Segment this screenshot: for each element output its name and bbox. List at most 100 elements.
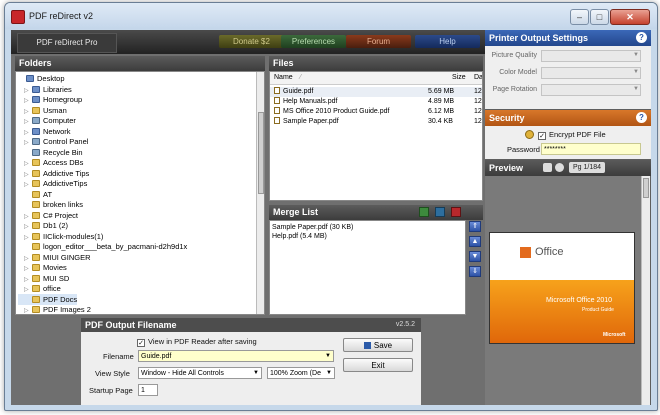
merge-list[interactable]: Sample Paper.pdf (30 KB) Help.pdf (5.4 M… — [269, 220, 466, 315]
file-size: 30.4 KB — [428, 118, 453, 125]
file-list[interactable]: Name ⁄ Size Da Guide.pdf 5.69 MB 12 Help Ma… — [269, 71, 483, 201]
donate-button[interactable]: Donate $2 — [219, 35, 284, 48]
save-label: Save — [373, 341, 393, 350]
move-down-icon[interactable]: ▼ — [469, 251, 481, 262]
encrypt-checkbox[interactable]: ✓ — [538, 132, 546, 140]
page-rotation-select[interactable]: ▼ — [541, 84, 641, 96]
folder-tree-item[interactable]: ▷ Libraries — [18, 84, 72, 95]
preview-scroll-thumb[interactable] — [643, 178, 649, 198]
folder-tree-item[interactable]: ▷ Db1 (2) — [18, 220, 68, 231]
chevron-down-icon: ▼ — [633, 86, 639, 92]
move-up-icon[interactable]: ▲ — [469, 236, 481, 247]
zoom-select[interactable]: 100% Zoom (De ▼ — [267, 367, 335, 379]
preferences-button[interactable]: Preferences — [281, 35, 346, 48]
folder-icon — [32, 211, 40, 219]
folder-tree-scroll-thumb[interactable] — [258, 112, 264, 194]
folder-icon — [32, 295, 40, 303]
merge-remove-icon[interactable] — [451, 207, 461, 217]
preview-scrollbar[interactable] — [641, 176, 650, 405]
security-title: Security — [489, 113, 525, 123]
folder-tree-item[interactable]: ▷ MUI SD — [18, 273, 69, 284]
move-top-icon[interactable]: ⇑ — [469, 221, 481, 232]
minimize-button[interactable]: – — [570, 9, 589, 25]
expand-arrow-icon[interactable]: ▷ — [24, 306, 32, 314]
view-in-reader-checkbox[interactable]: ✓ — [137, 339, 145, 347]
chevron-down-icon[interactable]: ▼ — [326, 368, 332, 378]
column-date[interactable]: Da — [474, 72, 482, 84]
folder-icon — [32, 264, 40, 271]
magnifier-icon[interactable] — [555, 163, 564, 172]
folder-tree-item[interactable]: ▷ AddictiveTips — [18, 178, 87, 189]
file-row[interactable]: Help Manuals.pdf 4.89 MB 12 — [270, 97, 482, 107]
security-header: Security ? — [485, 110, 651, 126]
folder-tree-item[interactable]: Recycle Bin — [18, 147, 83, 158]
view-style-select[interactable]: Window - Hide All Controls ▼ — [138, 367, 262, 379]
filename-label: Filename — [103, 352, 134, 361]
folder-tree-item[interactable]: ▷ MIUI GINGER — [18, 252, 91, 263]
view-style-label: View Style — [95, 369, 130, 378]
password-field[interactable]: ******** — [541, 143, 641, 155]
help-icon[interactable]: ? — [636, 32, 647, 43]
column-name[interactable]: Name — [274, 72, 293, 84]
folder-icon — [32, 159, 40, 166]
folder-icon — [32, 180, 40, 187]
merge-list-title: Merge List — [273, 207, 319, 217]
folder-tree-item-label: C# Project — [43, 210, 79, 220]
chevron-down-icon[interactable]: ▼ — [325, 351, 331, 361]
folder-tree-item[interactable]: ▷ Computer — [18, 115, 76, 126]
folder-tree-item[interactable]: ▷ Control Panel — [18, 136, 88, 147]
window-title: PDF reDirect v2 — [29, 11, 94, 21]
filename-input[interactable]: Guide.pdf ▼ — [138, 350, 334, 362]
folder-tree-item[interactable]: ▷ C# Project — [18, 210, 78, 221]
save-button[interactable]: Save — [343, 338, 413, 352]
folder-tree-item[interactable]: ▷ office — [18, 283, 61, 294]
picture-quality-select[interactable]: ▼ — [541, 50, 641, 62]
exit-button[interactable]: Exit — [343, 358, 413, 372]
forum-button[interactable]: Forum — [346, 35, 411, 48]
folder-tree-item[interactable]: ▷ PDF Images 2 — [18, 304, 91, 314]
file-size: 6.12 MB — [428, 108, 455, 115]
folder-tree-item[interactable]: ▷ Usman — [18, 105, 67, 116]
file-date: 12 — [474, 88, 482, 95]
right-column: Printer Output Settings ? Picture Qualit… — [485, 30, 651, 405]
column-size[interactable]: Size — [452, 72, 466, 84]
folder-tree-item[interactable]: ▷ Movies — [18, 262, 67, 273]
folder-tree-item[interactable]: PDF Docs — [18, 293, 78, 305]
folder-tree-item[interactable]: logon_editor___beta_by_pacmani-d2h9d1x — [18, 241, 187, 252]
folder-tree-item[interactable]: ▷ Network — [18, 126, 71, 137]
color-model-select[interactable]: ▼ — [541, 67, 641, 79]
file-row[interactable]: Sample Paper.pdf 30.4 KB 12 — [270, 117, 482, 127]
preview-header: Preview Pg 1/184 — [485, 160, 651, 176]
help-button[interactable]: Help — [415, 35, 480, 48]
move-bottom-icon[interactable]: ⇓ — [469, 266, 481, 277]
key-icon[interactable] — [543, 163, 552, 172]
pdf-file-icon — [274, 97, 280, 104]
close-button[interactable]: ✕ — [610, 9, 650, 25]
file-row[interactable]: MS Office 2010 Product Guide.pdf 6.12 MB 1… — [270, 107, 482, 117]
merge-add-icon[interactable] — [419, 207, 429, 217]
startup-page-label: Startup Page — [89, 386, 133, 395]
folder-tree-item[interactable]: ▷ Homegroup — [18, 94, 82, 105]
merge-item[interactable]: Help.pdf (5.4 MB) — [270, 232, 465, 242]
folder-icon — [32, 274, 40, 282]
folder-tree-item[interactable]: ▷ Addictive Tips — [18, 168, 89, 179]
help-icon[interactable]: ? — [636, 112, 647, 123]
startup-page-input[interactable]: 1 — [138, 384, 158, 396]
encrypt-option[interactable]: ✓ Encrypt PDF File — [538, 130, 606, 140]
folder-tree-scrollbar[interactable] — [256, 72, 264, 314]
page-indicator: Pg 1/184 — [569, 162, 606, 173]
merge-combine-icon[interactable] — [435, 207, 445, 217]
file-date: 12 — [474, 98, 482, 105]
network-icon — [32, 127, 40, 135]
file-row[interactable]: Guide.pdf 5.69 MB 12 — [270, 87, 482, 97]
chevron-down-icon[interactable]: ▼ — [253, 368, 259, 378]
folder-tree-item[interactable]: AT — [18, 189, 52, 200]
folder-tree-item[interactable]: ▷ Access DBs — [18, 157, 83, 168]
folder-tree[interactable]: Desktop ▷ Libraries ▷ Homegroup ▷ Usman ▷ Comput… — [15, 71, 265, 315]
folder-tree-item[interactable]: broken links — [18, 199, 83, 210]
maximize-button[interactable]: □ — [590, 9, 609, 25]
folder-icon — [32, 190, 40, 198]
folder-tree-item[interactable]: Desktop — [18, 73, 65, 84]
folder-tree-item[interactable]: ▷ IIClick-modules(1) — [18, 231, 103, 242]
view-in-reader-option[interactable]: ✓ View in PDF Reader after saving — [137, 337, 257, 347]
